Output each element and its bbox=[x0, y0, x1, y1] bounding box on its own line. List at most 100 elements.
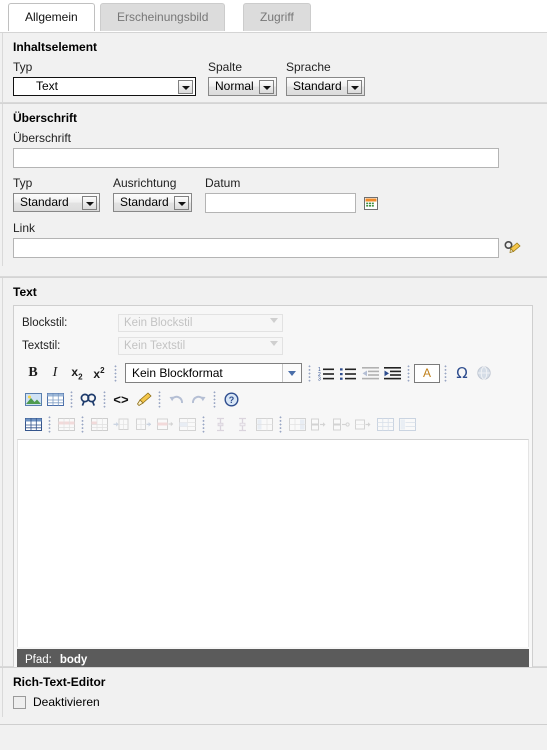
toolbar-separator bbox=[101, 391, 108, 408]
label-link: Link bbox=[13, 221, 36, 235]
label-spalte: Spalte bbox=[208, 60, 243, 74]
link-wizard-icon[interactable] bbox=[503, 238, 523, 258]
select-blockformat-value: Kein Blockformat bbox=[132, 366, 223, 380]
insert-column-before-icon[interactable] bbox=[253, 414, 275, 435]
tab-bar: Allgemein Erscheinungsbild Zugriff bbox=[0, 0, 547, 32]
help-icon[interactable]: ? bbox=[220, 389, 242, 410]
label-typ: Typ bbox=[13, 60, 33, 74]
undo-icon[interactable] bbox=[165, 389, 187, 410]
toolbar-separator bbox=[156, 391, 163, 408]
rte-editing-area[interactable] bbox=[17, 439, 529, 647]
select-typ-value: Text bbox=[36, 79, 59, 93]
indent-icon[interactable] bbox=[381, 363, 403, 384]
tab-allgemein[interactable]: Allgemein bbox=[8, 3, 95, 31]
table-grid-icon[interactable] bbox=[374, 414, 396, 435]
label-sprache: Sprache bbox=[286, 60, 331, 74]
table-row-down-icon[interactable] bbox=[352, 414, 374, 435]
insert-link-globe-icon[interactable] bbox=[473, 363, 495, 384]
superscript-icon[interactable]: x2 bbox=[88, 363, 110, 384]
ordered-list-icon[interactable]: 123 bbox=[315, 363, 337, 384]
select-ausrichtung-value: Standard bbox=[120, 195, 169, 209]
toolbar-separator bbox=[46, 416, 53, 433]
status-prefix: Pfad: bbox=[25, 654, 52, 666]
content-element-form: Allgemein Erscheinungsbild Zugriff Inhal… bbox=[0, 0, 547, 750]
label-ueberschrift: Überschrift bbox=[13, 131, 72, 145]
tab-label: Zugriff bbox=[260, 10, 294, 24]
input-ueberschrift[interactable] bbox=[13, 148, 499, 168]
select-ueberschrift-typ[interactable]: Standard bbox=[13, 193, 100, 212]
tab-erscheinungsbild[interactable]: Erscheinungsbild bbox=[100, 3, 226, 31]
special-character-icon[interactable]: Ω bbox=[451, 363, 473, 384]
status-path[interactable]: body bbox=[60, 654, 87, 666]
toolbar-separator bbox=[79, 416, 86, 433]
select-sprache[interactable]: Standard bbox=[286, 77, 365, 96]
chevron-down-icon bbox=[258, 80, 274, 94]
toolbar-separator bbox=[200, 416, 207, 433]
subscript-icon[interactable]: x2 bbox=[66, 363, 88, 384]
label-ausrichtung: Ausrichtung bbox=[113, 176, 177, 190]
rte-style-selectors: Blockstil: Kein Blockstil Textstil: Kein… bbox=[14, 306, 532, 359]
clean-html-icon[interactable] bbox=[132, 389, 154, 410]
select-blockstil[interactable]: Kein Blockstil bbox=[118, 313, 283, 332]
toolbar-separator bbox=[306, 364, 313, 382]
redo-icon[interactable] bbox=[187, 389, 209, 410]
insert-column-after-icon[interactable] bbox=[286, 414, 308, 435]
section-title-inhaltselement: Inhaltselement bbox=[13, 40, 98, 54]
chevron-down-icon bbox=[346, 80, 362, 94]
chevron-down-icon bbox=[270, 340, 278, 346]
cell-properties-icon[interactable] bbox=[88, 414, 110, 435]
toolbar-separator bbox=[211, 391, 218, 408]
select-textstil-value: Kein Textstil bbox=[124, 339, 186, 352]
unordered-list-icon[interactable] bbox=[337, 363, 359, 384]
toolbar-separator bbox=[68, 391, 75, 408]
bold-icon[interactable]: B bbox=[22, 363, 44, 384]
select-ausrichtung[interactable]: Standard bbox=[113, 193, 192, 212]
row-properties-icon[interactable] bbox=[55, 414, 77, 435]
toolbar-separator bbox=[405, 364, 412, 382]
insert-image-icon[interactable] bbox=[22, 389, 44, 410]
select-ueberschrift-typ-value: Standard bbox=[20, 195, 69, 209]
insert-table-icon[interactable] bbox=[44, 389, 66, 410]
table-caption-icon[interactable] bbox=[396, 414, 418, 435]
delete-column-icon[interactable] bbox=[308, 414, 330, 435]
text-color-icon[interactable]: A bbox=[414, 363, 440, 383]
section-title-rich-text-editor: Rich-Text-Editor bbox=[13, 675, 106, 689]
delete-row-icon[interactable] bbox=[154, 414, 176, 435]
chevron-down-icon bbox=[82, 196, 97, 210]
outdent-icon[interactable] bbox=[359, 363, 381, 384]
section-title-ueberschrift: Überschrift bbox=[13, 111, 78, 125]
split-cell-icon[interactable] bbox=[176, 414, 198, 435]
select-typ[interactable]: Text bbox=[13, 77, 196, 96]
checkbox-deaktivieren[interactable] bbox=[13, 695, 26, 709]
find-replace-icon[interactable] bbox=[77, 389, 99, 410]
input-datum[interactable] bbox=[205, 193, 356, 213]
rich-text-editor: Blockstil: Kein Blockstil Textstil: Kein… bbox=[13, 305, 533, 675]
svg-text:3: 3 bbox=[318, 376, 321, 381]
select-sprache-value: Standard bbox=[293, 79, 342, 93]
input-link[interactable] bbox=[13, 238, 499, 258]
section-title-text: Text bbox=[13, 285, 37, 299]
section-ueberschrift: Überschrift Überschrift Typ Standard Aus… bbox=[0, 103, 547, 277]
merge-cells-icon[interactable] bbox=[209, 414, 231, 435]
italic-icon[interactable]: I bbox=[44, 363, 66, 384]
svg-text:?: ? bbox=[228, 395, 234, 405]
source-code-icon[interactable]: <> bbox=[110, 389, 132, 410]
chevron-down-icon bbox=[178, 80, 193, 94]
rte-toolbar-row-1: B I x2 x2 Kein Blockformat 123 A Ω bbox=[14, 359, 532, 387]
tab-label: Allgemein bbox=[25, 10, 78, 24]
select-blockformat[interactable]: Kein Blockformat bbox=[125, 363, 302, 383]
insert-row-after-icon[interactable] bbox=[132, 414, 154, 435]
select-spalte[interactable]: Normal bbox=[208, 77, 277, 96]
table-row-up-icon[interactable] bbox=[330, 414, 352, 435]
section-inhaltselement: Inhaltselement Typ Text Spalte Normal Sp… bbox=[0, 32, 547, 104]
rte-toolbar-row-2: <> ? bbox=[14, 387, 532, 412]
calendar-icon[interactable] bbox=[361, 193, 381, 213]
tab-zugriff[interactable]: Zugriff bbox=[243, 3, 311, 31]
split-table-icon[interactable] bbox=[231, 414, 253, 435]
section-text: Text Blockstil: Kein Blockstil Textstil:… bbox=[0, 277, 547, 679]
chevron-down-icon bbox=[174, 196, 189, 210]
select-textstil[interactable]: Kein Textstil bbox=[118, 336, 283, 355]
table-properties-icon[interactable] bbox=[22, 414, 44, 435]
label-textstil: Textstil: bbox=[22, 339, 61, 352]
insert-row-before-icon[interactable] bbox=[110, 414, 132, 435]
